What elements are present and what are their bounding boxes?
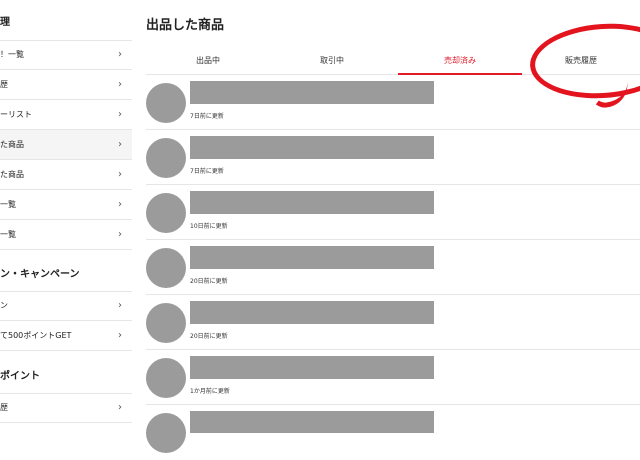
tab-in-progress[interactable]: 取引中: [270, 50, 394, 74]
tab-sales-history[interactable]: 販売履歴: [522, 50, 640, 74]
sidebar-item-label: ！一覧: [0, 50, 24, 59]
chevron-right-icon: ›: [118, 169, 122, 180]
sidebar-section-point: ポイント: [0, 371, 40, 382]
updated-time: 7日前に更新: [190, 168, 224, 175]
tab-label: 販売履歴: [565, 56, 597, 65]
chevron-right-icon: ›: [118, 330, 122, 341]
sidebar-section-heading: 理: [0, 17, 10, 28]
list-item[interactable]: 1か月前に更新: [146, 350, 640, 405]
product-thumbnail: [146, 193, 186, 233]
sidebar-item-point-history[interactable]: 歴 ›: [0, 393, 132, 423]
sidebar-item-label: 歴: [0, 80, 8, 89]
updated-time: 20日前に更新: [190, 278, 228, 285]
chevron-right-icon: ›: [118, 109, 122, 120]
sidebar-item-list-2[interactable]: 一覧 ›: [0, 190, 132, 220]
updated-time: 10日前に更新: [190, 223, 228, 230]
sidebar-item-list[interactable]: ！一覧 ›: [0, 40, 132, 70]
chevron-right-icon: ›: [118, 229, 122, 240]
sidebar-item-campaign[interactable]: ン ›: [0, 291, 132, 321]
redacted-title: [190, 356, 434, 379]
product-thumbnail: [146, 138, 186, 178]
product-thumbnail: [146, 83, 186, 123]
redacted-title: [190, 191, 434, 214]
sidebar-item-list-3[interactable]: 一覧 ›: [0, 220, 132, 250]
product-thumbnail: [146, 413, 186, 453]
sidebar-item-label: て500ポイントGET: [0, 331, 72, 340]
main-content: 出品した商品 出品中 取引中 売却済み 販売履歴 7日前に更新 7日前に更新 1…: [146, 0, 640, 453]
sidebar-item-history[interactable]: 歴 ›: [0, 70, 132, 100]
chevron-right-icon: ›: [118, 79, 122, 90]
sidebar-section-campaign: ン・キャンペーン: [0, 269, 80, 280]
product-thumbnail: [146, 248, 186, 288]
sidebar-item-500-points[interactable]: て500ポイントGET ›: [0, 321, 132, 351]
sidebar-item-wishlist[interactable]: ーリスト ›: [0, 100, 132, 130]
tab-bar: 出品中 取引中 売却済み 販売履歴: [146, 50, 640, 75]
sidebar-item-label: 歴: [0, 403, 8, 412]
tab-label: 売却済み: [444, 56, 476, 65]
list-item[interactable]: 7日前に更新: [146, 130, 640, 185]
redacted-title: [190, 136, 434, 159]
list-item[interactable]: 10日前に更新: [146, 185, 640, 240]
list-item[interactable]: 20日前に更新: [146, 240, 640, 295]
sidebar-item-label: 一覧: [0, 230, 16, 239]
redacted-title: [190, 301, 434, 324]
chevron-right-icon: ›: [118, 139, 122, 150]
tab-label: 取引中: [320, 56, 344, 65]
tab-label: 出品中: [196, 56, 220, 65]
sidebar-item-listed-products[interactable]: た商品 ›: [0, 130, 132, 160]
chevron-right-icon: ›: [118, 199, 122, 210]
list-item[interactable]: 20日前に更新: [146, 295, 640, 350]
chevron-right-icon: ›: [118, 49, 122, 60]
product-thumbnail: [146, 358, 186, 398]
sidebar-item-label: た商品: [0, 170, 24, 179]
updated-time: 7日前に更新: [190, 113, 224, 120]
sidebar-item-purchased-products[interactable]: た商品 ›: [0, 160, 132, 190]
sidebar-item-label: た商品: [0, 140, 24, 149]
chevron-right-icon: ›: [118, 300, 122, 311]
tab-sold[interactable]: 売却済み: [398, 50, 522, 75]
list-item[interactable]: 7日前に更新: [146, 75, 640, 130]
redacted-title: [190, 411, 434, 433]
page-title: 出品した商品: [146, 18, 225, 33]
sidebar-item-label: 一覧: [0, 200, 16, 209]
redacted-title: [190, 246, 434, 269]
updated-time: 20日前に更新: [190, 333, 228, 340]
updated-time: 1か月前に更新: [190, 388, 230, 395]
product-thumbnail: [146, 303, 186, 343]
tab-on-sale[interactable]: 出品中: [146, 50, 270, 74]
chevron-right-icon: ›: [118, 402, 122, 413]
sidebar-item-label: ーリスト: [0, 110, 32, 119]
sidebar-item-label: ン: [0, 301, 8, 310]
list-item[interactable]: [146, 405, 640, 460]
redacted-title: [190, 81, 434, 104]
sidebar: 理 ！一覧 › 歴 › ーリスト › た商品 › た商品 › 一覧 › 一覧 ›…: [0, 0, 132, 427]
